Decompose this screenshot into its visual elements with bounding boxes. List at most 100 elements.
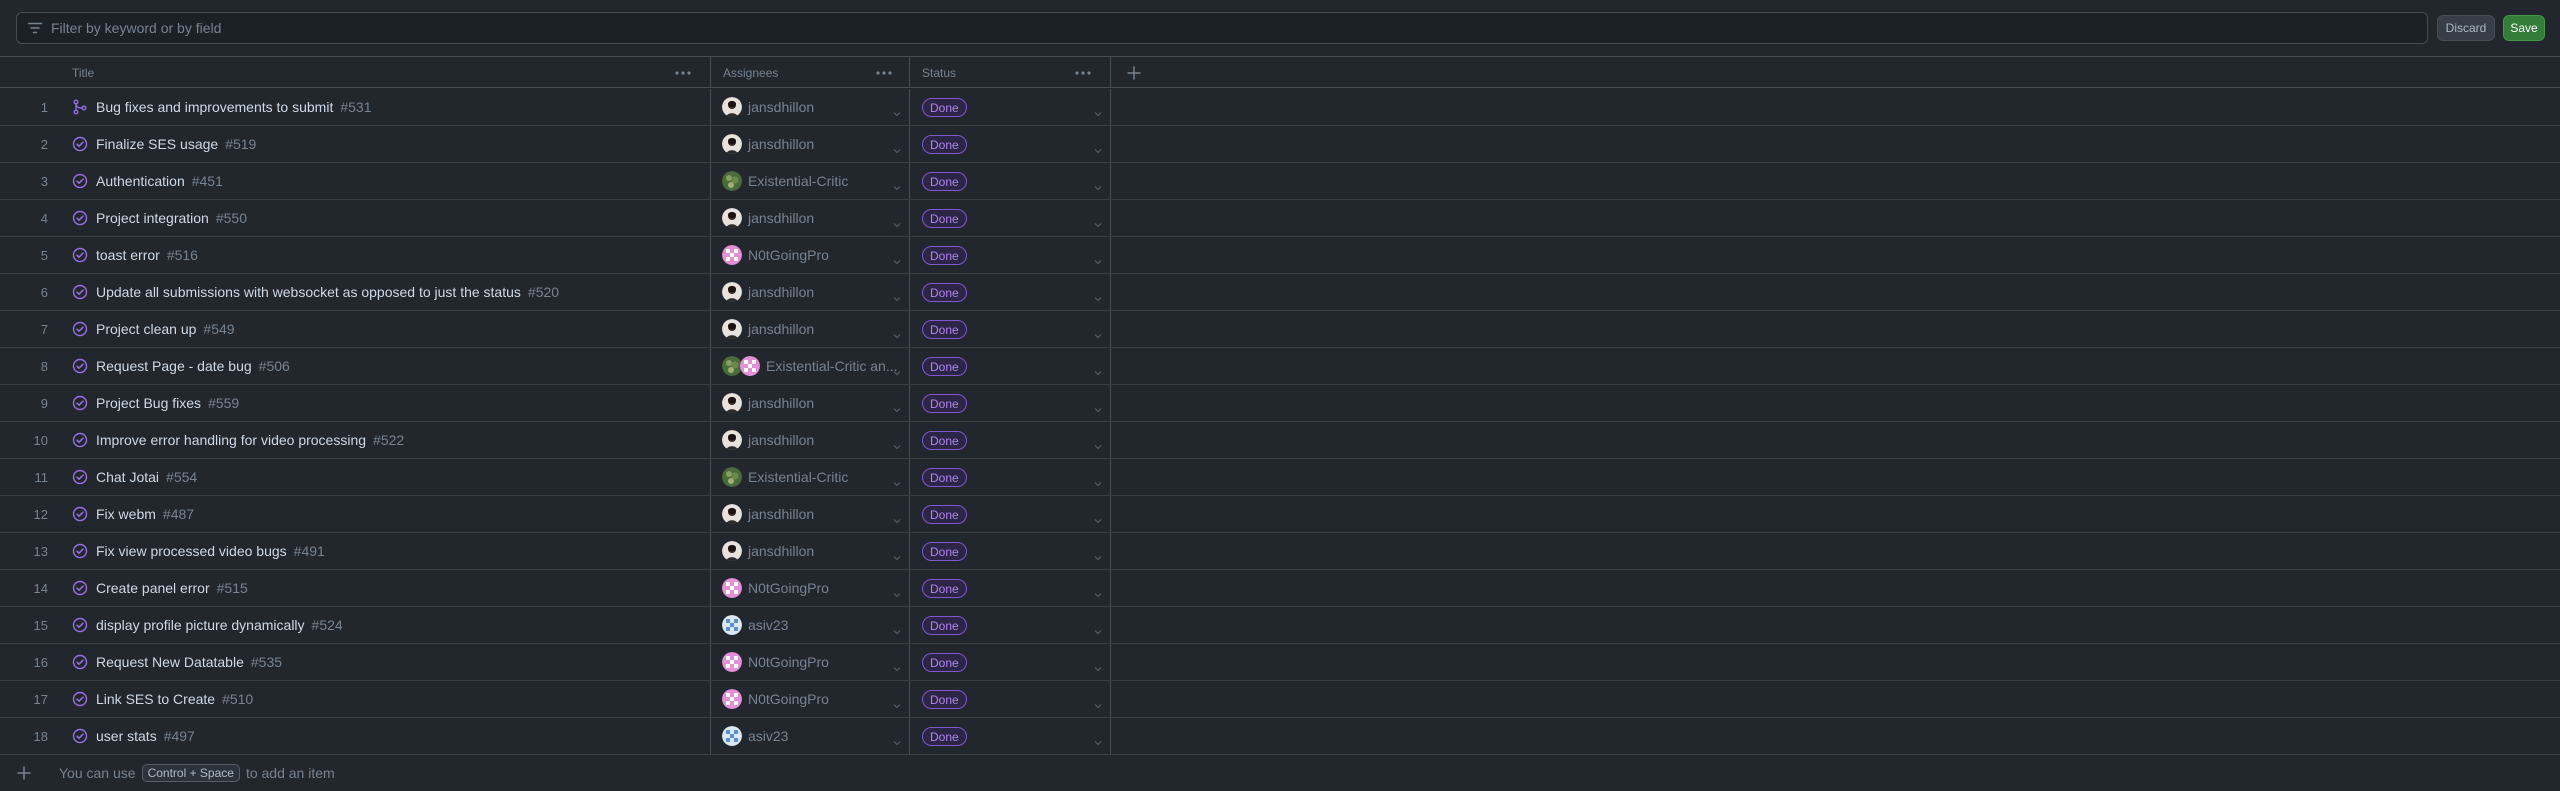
table-row[interactable]: 1 Bug fixes and improvements to submit #… [0, 89, 2560, 126]
item-title[interactable]: Project integration [96, 210, 209, 226]
column-divider[interactable] [710, 57, 711, 88]
item-title[interactable]: Update all submissions with websocket as… [96, 284, 521, 300]
chevron-down-icon[interactable] [893, 363, 901, 376]
item-title[interactable]: Fix webm [96, 506, 156, 522]
assignee-cell[interactable]: jansdhillon [722, 126, 814, 162]
chevron-down-icon[interactable] [893, 733, 901, 746]
assignee-cell[interactable]: N0tGoingPro [722, 237, 829, 273]
plus-icon[interactable] [16, 765, 32, 781]
chevron-down-icon[interactable] [893, 622, 901, 635]
table-row[interactable]: 2 Finalize SES usage #519 jansdhillon Do… [0, 126, 2560, 163]
item-title-cell[interactable]: Fix webm #487 [96, 496, 194, 532]
item-title-cell[interactable]: Fix view processed video bugs #491 [96, 533, 325, 569]
item-title[interactable]: Project clean up [96, 321, 196, 337]
table-row[interactable]: 11 Chat Jotai #554 Existential-Critic Do… [0, 459, 2560, 496]
chevron-down-icon[interactable] [1094, 400, 1102, 413]
title-column-menu-icon[interactable] [674, 57, 692, 88]
chevron-down-icon[interactable] [1094, 178, 1102, 191]
chevron-down-icon[interactable] [1094, 548, 1102, 561]
table-row[interactable]: 15 display profile picture dynamically #… [0, 607, 2560, 644]
item-title[interactable]: display profile picture dynamically [96, 617, 305, 633]
chevron-down-icon[interactable] [893, 289, 901, 302]
chevron-down-icon[interactable] [1094, 215, 1102, 228]
table-row[interactable]: 13 Fix view processed video bugs #491 ja… [0, 533, 2560, 570]
item-title[interactable]: user stats [96, 728, 157, 744]
assignee-cell[interactable]: Existential-Critic an... [722, 348, 897, 384]
chevron-down-icon[interactable] [893, 585, 901, 598]
assignee-cell[interactable]: jansdhillon [722, 533, 814, 569]
item-title-cell[interactable]: Finalize SES usage #519 [96, 126, 256, 162]
status-badge[interactable]: Done [922, 431, 967, 450]
item-title-cell[interactable]: user stats #497 [96, 718, 195, 754]
chevron-down-icon[interactable] [1094, 104, 1102, 117]
item-title-cell[interactable]: Project clean up #549 [96, 311, 235, 347]
assignee-cell[interactable]: N0tGoingPro [722, 681, 829, 717]
item-title-cell[interactable]: Chat Jotai #554 [96, 459, 197, 495]
table-row[interactable]: 8 Request Page - date bug #506 Existenti… [0, 348, 2560, 385]
chevron-down-icon[interactable] [893, 252, 901, 265]
assignee-cell[interactable]: Existential-Critic [722, 459, 848, 495]
item-title[interactable]: Create panel error [96, 580, 210, 596]
item-title-cell[interactable]: Improve error handling for video process… [96, 422, 404, 458]
chevron-down-icon[interactable] [1094, 474, 1102, 487]
table-row[interactable]: 3 Authentication #451 Existential-Critic… [0, 163, 2560, 200]
chevron-down-icon[interactable] [893, 215, 901, 228]
save-button[interactable]: Save [2503, 15, 2545, 41]
table-row[interactable]: 14 Create panel error #515 N0tGoingPro D… [0, 570, 2560, 607]
status-badge[interactable]: Done [922, 209, 967, 228]
chevron-down-icon[interactable] [893, 326, 901, 339]
status-badge[interactable]: Done [922, 505, 967, 524]
table-row[interactable]: 5 toast error #516 N0tGoingPro Done [0, 237, 2560, 274]
assignee-cell[interactable]: jansdhillon [722, 496, 814, 532]
add-item-row[interactable]: You can use Control + Space to add an it… [0, 755, 2560, 791]
filter-input[interactable] [51, 13, 2427, 43]
column-header-assignees[interactable]: Assignees [723, 57, 778, 88]
table-row[interactable]: 9 Project Bug fixes #559 jansdhillon Don… [0, 385, 2560, 422]
item-title-cell[interactable]: Request New Datatable #535 [96, 644, 282, 680]
filter-field[interactable] [16, 12, 2428, 44]
chevron-down-icon[interactable] [1094, 622, 1102, 635]
assignee-cell[interactable]: N0tGoingPro [722, 644, 829, 680]
table-row[interactable]: 16 Request New Datatable #535 N0tGoingPr… [0, 644, 2560, 681]
status-badge[interactable]: Done [922, 653, 967, 672]
item-title-cell[interactable]: Project integration #550 [96, 200, 247, 236]
item-title[interactable]: Chat Jotai [96, 469, 159, 485]
assignee-cell[interactable]: jansdhillon [722, 422, 814, 458]
status-badge[interactable]: Done [922, 727, 967, 746]
assignee-cell[interactable]: Existential-Critic [722, 163, 848, 199]
chevron-down-icon[interactable] [893, 104, 901, 117]
table-row[interactable]: 12 Fix webm #487 jansdhillon Done [0, 496, 2560, 533]
item-title-cell[interactable]: display profile picture dynamically #524 [96, 607, 343, 643]
column-header-title[interactable]: Title [72, 57, 94, 88]
item-title[interactable]: Fix view processed video bugs [96, 543, 287, 559]
assignees-column-menu-icon[interactable] [875, 57, 893, 88]
item-title-cell[interactable]: Request Page - date bug #506 [96, 348, 290, 384]
chevron-down-icon[interactable] [893, 437, 901, 450]
chevron-down-icon[interactable] [893, 400, 901, 413]
chevron-down-icon[interactable] [1094, 437, 1102, 450]
assignee-cell[interactable]: jansdhillon [722, 89, 814, 125]
chevron-down-icon[interactable] [893, 474, 901, 487]
chevron-down-icon[interactable] [893, 659, 901, 672]
status-badge[interactable]: Done [922, 690, 967, 709]
column-divider[interactable] [909, 57, 910, 88]
item-title-cell[interactable]: Bug fixes and improvements to submit #53… [96, 89, 372, 125]
table-row[interactable]: 17 Link SES to Create #510 N0tGoingPro D… [0, 681, 2560, 718]
item-title[interactable]: Link SES to Create [96, 691, 215, 707]
chevron-down-icon[interactable] [893, 511, 901, 524]
status-badge[interactable]: Done [922, 357, 967, 376]
chevron-down-icon[interactable] [1094, 659, 1102, 672]
status-column-menu-icon[interactable] [1074, 57, 1092, 88]
chevron-down-icon[interactable] [1094, 289, 1102, 302]
item-title-cell[interactable]: Create panel error #515 [96, 570, 248, 606]
status-badge[interactable]: Done [922, 172, 967, 191]
chevron-down-icon[interactable] [893, 696, 901, 709]
status-badge[interactable]: Done [922, 283, 967, 302]
item-title[interactable]: Bug fixes and improvements to submit [96, 99, 333, 115]
assignee-cell[interactable]: jansdhillon [722, 385, 814, 421]
chevron-down-icon[interactable] [1094, 585, 1102, 598]
status-badge[interactable]: Done [922, 468, 967, 487]
status-badge[interactable]: Done [922, 542, 967, 561]
assignee-cell[interactable]: N0tGoingPro [722, 570, 829, 606]
status-badge[interactable]: Done [922, 394, 967, 413]
